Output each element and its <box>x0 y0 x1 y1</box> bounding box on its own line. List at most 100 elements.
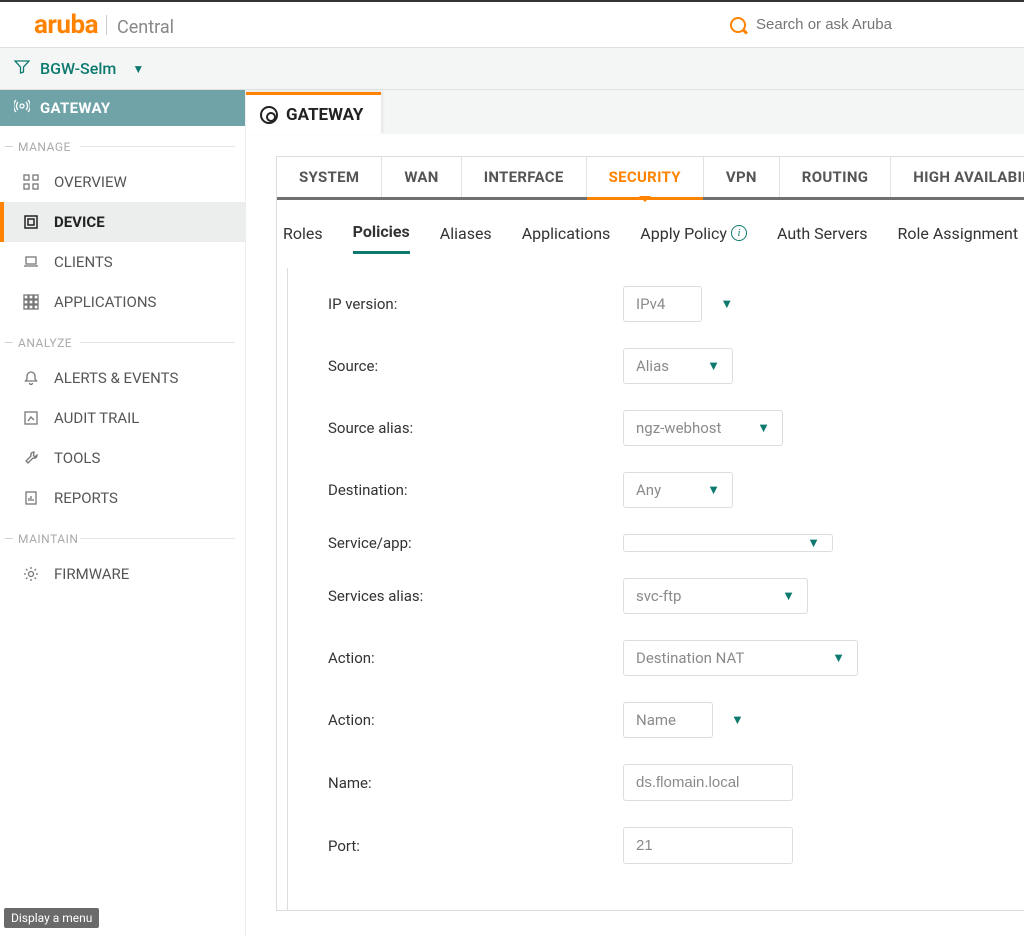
sidebar-item-label: FIRMWARE <box>54 565 129 583</box>
brand-logo[interactable]: aruba Central <box>34 10 174 40</box>
chevron-down-icon: ▼ <box>832 650 845 666</box>
label-services-alias: Services alias: <box>328 587 623 605</box>
subtab-auth-servers[interactable]: Auth Servers <box>777 222 868 254</box>
search-input[interactable] <box>756 16 1010 33</box>
sidebar-item-alerts[interactable]: ALERTS & EVENTS <box>0 358 245 398</box>
subtab-aliases[interactable]: Aliases <box>440 222 492 254</box>
target-icon <box>260 106 278 124</box>
grid-icon <box>22 174 40 190</box>
subtab-roles[interactable]: Roles <box>283 222 323 254</box>
info-icon[interactable]: i <box>731 225 747 241</box>
brand-product: Central <box>117 17 174 38</box>
select-services-alias[interactable]: svc-ftp ▼ <box>623 578 808 614</box>
sidebar-header-label: GATEWAY <box>40 99 110 117</box>
sidebar-item-label: OVERVIEW <box>54 173 127 191</box>
label-port: Port: <box>328 837 623 855</box>
brand-separator <box>106 15 107 35</box>
context-chevron-icon[interactable]: ▼ <box>132 62 144 76</box>
subtab-label: Apply Policy <box>640 224 727 243</box>
sidebar-item-clients[interactable]: CLIENTS <box>0 242 245 282</box>
subtab-policies[interactable]: Policies <box>353 222 410 254</box>
sidebar-item-audit[interactable]: AUDIT TRAIL <box>0 398 245 438</box>
page-tab-label: GATEWAY <box>286 105 363 125</box>
device-icon <box>22 214 40 230</box>
wrench-icon <box>22 450 40 466</box>
select-source-alias[interactable]: ngz-webhost ▼ <box>623 410 783 446</box>
row-service-app: Service/app: ▼ <box>328 534 1024 552</box>
select-value: svc-ftp <box>636 587 681 605</box>
audit-icon <box>22 410 40 426</box>
sidebar-item-overview[interactable]: OVERVIEW <box>0 162 245 202</box>
sidebar-group-manage: MANAGE <box>0 126 245 162</box>
sidebar-item-label: AUDIT TRAIL <box>54 409 139 427</box>
page-tab-gateway[interactable]: GATEWAY <box>246 92 381 134</box>
sidebar-item-applications[interactable]: APPLICATIONS <box>0 282 245 322</box>
main-panel: GATEWAY SYSTEM WAN INTERFACE SECURITY VP… <box>246 90 1024 936</box>
config-panel: SYSTEM WAN INTERFACE SECURITY VPN ROUTIN… <box>276 156 1024 911</box>
input-port[interactable] <box>623 827 793 864</box>
sidebar-item-firmware[interactable]: FIRMWARE <box>0 554 245 594</box>
chevron-down-icon: ▼ <box>782 588 795 604</box>
top-bar: aruba Central <box>0 0 1024 48</box>
select-source[interactable]: Alias ▼ <box>623 348 733 384</box>
row-source: Source: Alias ▼ <box>328 348 1024 384</box>
label-source: Source: <box>328 357 623 375</box>
sidebar-group-maintain: MAINTAIN <box>0 518 245 554</box>
select-value: Any <box>636 481 661 499</box>
label-action-type: Action: <box>328 711 623 729</box>
input-name[interactable] <box>623 764 793 801</box>
search-icon <box>730 17 746 33</box>
context-name[interactable]: BGW-Selm <box>40 59 116 78</box>
select-action-type[interactable]: Name <box>623 702 713 738</box>
tab-system[interactable]: SYSTEM <box>277 157 382 197</box>
tab-wan[interactable]: WAN <box>382 157 461 197</box>
sidebar-item-label: CLIENTS <box>54 253 113 271</box>
global-search[interactable] <box>730 16 1010 33</box>
subtab-role-assignment[interactable]: Role Assignment <box>898 222 1019 254</box>
row-action: Action: Destination NAT ▼ <box>328 640 1024 676</box>
brand-name: aruba <box>34 10 98 40</box>
context-bar: BGW-Selm ▼ <box>0 48 1024 90</box>
select-ip-version[interactable]: IPv4 <box>623 286 702 322</box>
laptop-icon <box>22 254 40 270</box>
report-icon <box>22 490 40 506</box>
gear-icon <box>22 566 40 582</box>
chevron-down-icon: ▼ <box>731 712 744 728</box>
select-destination[interactable]: Any ▼ <box>623 472 733 508</box>
apps-icon <box>22 294 40 310</box>
chevron-down-icon: ▼ <box>707 358 720 374</box>
row-name: Name: <box>328 764 1024 801</box>
chevron-down-icon: ▼ <box>757 420 770 436</box>
row-destination: Destination: Any ▼ <box>328 472 1024 508</box>
row-ip-version: IP version: IPv4 ▼ <box>328 286 1024 322</box>
label-ip-version: IP version: <box>328 295 623 313</box>
select-action[interactable]: Destination NAT ▼ <box>623 640 858 676</box>
security-subtabs: Roles Policies Aliases Applications Appl… <box>277 200 1024 254</box>
tab-security[interactable]: SECURITY <box>587 157 704 197</box>
label-name: Name: <box>328 774 623 792</box>
label-destination: Destination: <box>328 481 623 499</box>
row-action-type: Action: Name ▼ <box>328 702 1024 738</box>
sidebar-item-tools[interactable]: TOOLS <box>0 438 245 478</box>
label-source-alias: Source alias: <box>328 419 623 437</box>
sidebar-item-device[interactable]: DEVICE <box>0 202 245 242</box>
subtab-apply-policy[interactable]: Apply Policy i <box>640 222 747 254</box>
page-tab-row: GATEWAY <box>246 90 1024 134</box>
select-value: IPv4 <box>636 295 665 313</box>
tab-high-availability[interactable]: HIGH AVAILABILITY <box>891 157 1024 197</box>
subtab-applications[interactable]: Applications <box>522 222 611 254</box>
chevron-down-icon: ▼ <box>707 482 720 498</box>
filter-icon[interactable] <box>14 59 30 79</box>
row-port: Port: <box>328 827 1024 864</box>
tab-routing[interactable]: ROUTING <box>780 157 891 197</box>
chevron-down-icon: ▼ <box>720 296 733 312</box>
sidebar-item-reports[interactable]: REPORTS <box>0 478 245 518</box>
status-hint: Display a menu <box>4 908 99 928</box>
label-service-app: Service/app: <box>328 534 623 552</box>
row-source-alias: Source alias: ngz-webhost ▼ <box>328 410 1024 446</box>
tab-interface[interactable]: INTERFACE <box>462 157 587 197</box>
sidebar-header: GATEWAY <box>0 90 245 126</box>
tab-vpn[interactable]: VPN <box>704 157 780 197</box>
select-service-app[interactable]: ▼ <box>623 534 833 552</box>
sidebar-item-label: APPLICATIONS <box>54 293 156 311</box>
